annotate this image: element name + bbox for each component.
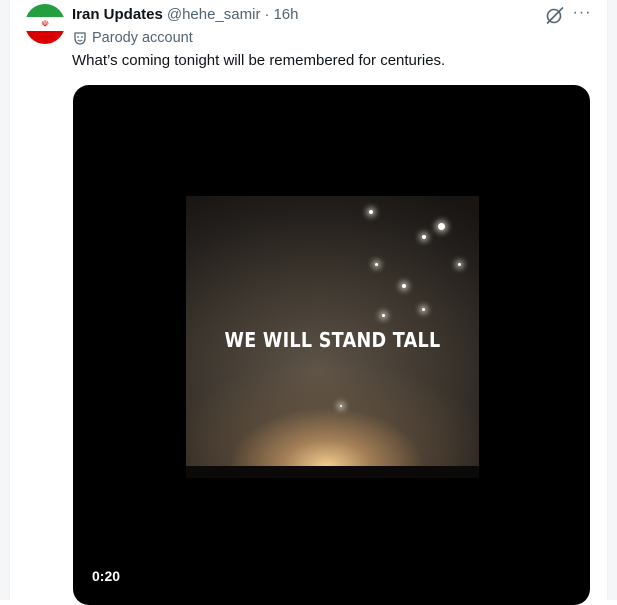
- video-player[interactable]: WE WILL STAND TALL 0:20: [73, 85, 590, 605]
- light-streak: [438, 223, 445, 230]
- light-streak: [458, 263, 461, 266]
- author-name[interactable]: Iran Updates: [72, 6, 163, 23]
- theater-mask-icon: [74, 32, 86, 45]
- header-separator: ·: [264, 5, 270, 23]
- column-border-left: [9, 0, 10, 600]
- tweet-header: Iran Updates @hehe_samir · 16h: [72, 4, 299, 24]
- light-streak: [422, 235, 426, 239]
- light-streak: [422, 308, 425, 311]
- light-streak: [375, 263, 378, 266]
- tweet-timestamp[interactable]: 16h: [273, 6, 298, 23]
- more-icon[interactable]: ···: [570, 4, 594, 24]
- tweet-text: What’s coming tonight will be remembered…: [72, 52, 446, 69]
- grok-icon[interactable]: [544, 5, 566, 25]
- video-frame: WE WILL STAND TALL: [186, 196, 479, 478]
- parody-label: Parody account: [92, 30, 193, 46]
- avatar[interactable]: ☫: [25, 4, 65, 44]
- page-left-background: [0, 0, 9, 600]
- horizon-silhouette: [186, 466, 479, 478]
- video-caption: WE WILL STAND TALL: [224, 328, 441, 352]
- light-streak: [369, 210, 373, 214]
- video-duration: 0:20: [92, 568, 121, 584]
- author-handle[interactable]: @hehe_samir: [167, 6, 261, 23]
- parody-badge: Parody account: [73, 29, 193, 47]
- light-streak: [402, 284, 406, 288]
- light-streak: [340, 405, 342, 407]
- page-right-background: [608, 0, 617, 600]
- iran-emblem-icon: ☫: [40, 18, 50, 29]
- light-streak: [382, 314, 385, 317]
